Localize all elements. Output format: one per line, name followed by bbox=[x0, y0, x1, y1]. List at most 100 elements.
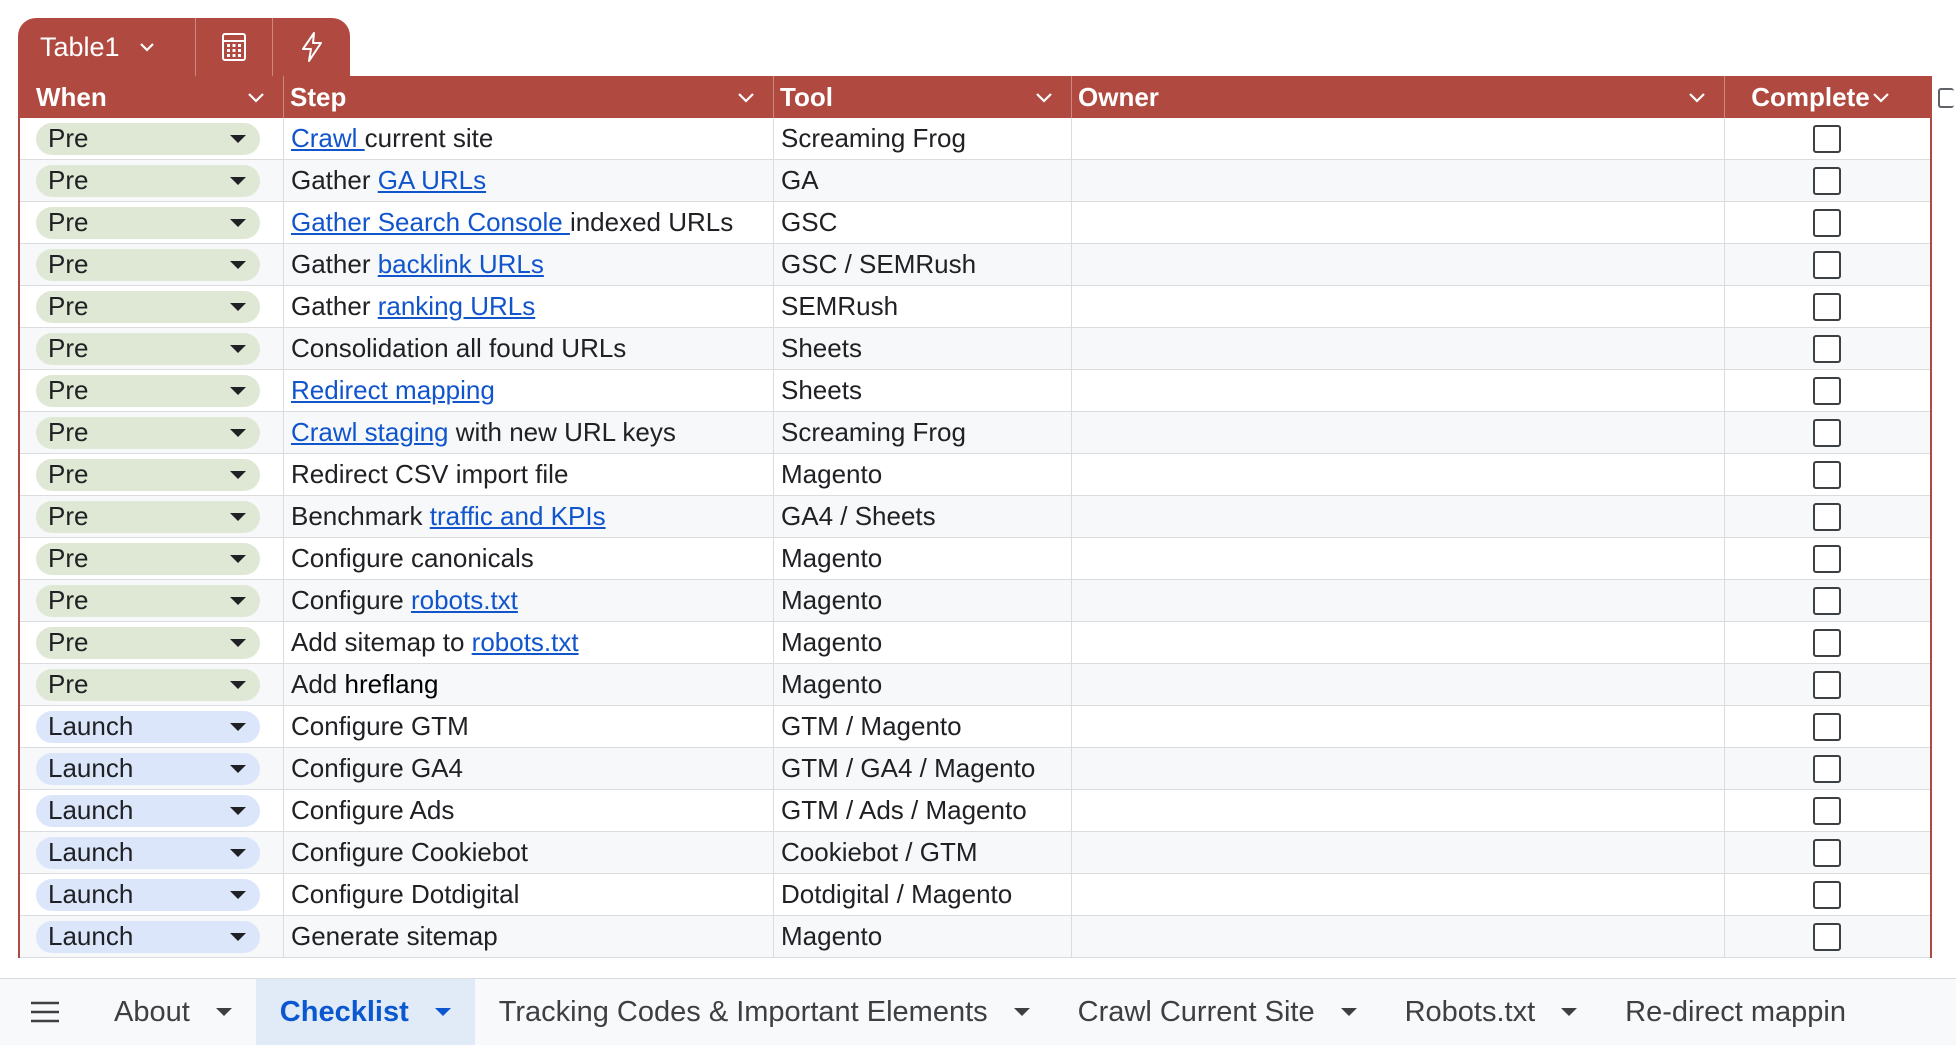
when-dropdown-chip[interactable]: Pre bbox=[36, 290, 260, 323]
column-header-tool[interactable]: Tool bbox=[774, 76, 1072, 118]
cell-tool[interactable]: Magento bbox=[774, 664, 1072, 705]
when-dropdown-chip[interactable]: Pre bbox=[36, 248, 260, 281]
when-dropdown-chip[interactable]: Pre bbox=[36, 500, 260, 533]
cell-owner[interactable] bbox=[1072, 244, 1725, 285]
cell-tool[interactable]: Screaming Frog bbox=[774, 412, 1072, 453]
sheet-tab[interactable]: Checklist bbox=[255, 979, 475, 1045]
cell-step[interactable]: Benchmark traffic and KPIs bbox=[284, 496, 774, 537]
cell-tool[interactable]: SEMRush bbox=[774, 286, 1072, 327]
when-dropdown-chip[interactable]: Launch bbox=[36, 920, 260, 953]
cell-owner[interactable] bbox=[1072, 790, 1725, 831]
when-dropdown-chip[interactable]: Pre bbox=[36, 164, 260, 197]
cell-owner[interactable] bbox=[1072, 664, 1725, 705]
cell-step[interactable]: Redirect mapping bbox=[284, 370, 774, 411]
complete-checkbox[interactable] bbox=[1812, 754, 1841, 783]
table-automation-button[interactable] bbox=[273, 18, 350, 76]
cell-step[interactable]: Configure GA4 bbox=[284, 748, 774, 789]
cell-step[interactable]: Consolidation all found URLs bbox=[284, 328, 774, 369]
cell-owner[interactable] bbox=[1072, 412, 1725, 453]
complete-checkbox[interactable] bbox=[1812, 712, 1841, 741]
step-link[interactable]: robots.txt bbox=[472, 627, 579, 658]
all-sheets-button[interactable] bbox=[0, 979, 90, 1045]
step-link[interactable]: Crawl staging bbox=[291, 417, 449, 448]
complete-checkbox[interactable] bbox=[1812, 166, 1841, 195]
cell-owner[interactable] bbox=[1072, 916, 1725, 957]
cell-owner[interactable] bbox=[1072, 748, 1725, 789]
complete-checkbox[interactable] bbox=[1812, 880, 1841, 909]
cell-owner[interactable] bbox=[1072, 370, 1725, 411]
cell-owner[interactable] bbox=[1072, 202, 1725, 243]
cell-tool[interactable]: Magento bbox=[774, 622, 1072, 663]
complete-checkbox[interactable] bbox=[1812, 124, 1841, 153]
sheet-tab[interactable]: Crawl Current Site bbox=[1054, 979, 1381, 1045]
cell-tool[interactable]: Cookiebot / GTM bbox=[774, 832, 1072, 873]
when-dropdown-chip[interactable]: Launch bbox=[36, 752, 260, 785]
when-dropdown-chip[interactable]: Pre bbox=[36, 458, 260, 491]
when-dropdown-chip[interactable]: Pre bbox=[36, 122, 260, 155]
cell-step[interactable]: Configure canonicals bbox=[284, 538, 774, 579]
complete-checkbox[interactable] bbox=[1812, 502, 1841, 531]
cell-tool[interactable]: Magento bbox=[774, 916, 1072, 957]
complete-checkbox[interactable] bbox=[1812, 922, 1841, 951]
sheet-tab[interactable]: Tracking Codes & Important Elements bbox=[475, 979, 1054, 1045]
cell-step[interactable]: Gather backlink URLs bbox=[284, 244, 774, 285]
cell-step[interactable]: Gather Search Console indexed URLs bbox=[284, 202, 774, 243]
cell-owner[interactable] bbox=[1072, 328, 1725, 369]
sheet-tab[interactable]: Re-direct mappin bbox=[1601, 979, 1870, 1045]
table-calculator-button[interactable] bbox=[196, 18, 274, 76]
complete-checkbox[interactable] bbox=[1812, 208, 1841, 237]
cell-step[interactable]: Configure Dotdigital bbox=[284, 874, 774, 915]
complete-checkbox[interactable] bbox=[1812, 670, 1841, 699]
cell-tool[interactable]: Magento bbox=[774, 454, 1072, 495]
when-dropdown-chip[interactable]: Pre bbox=[36, 332, 260, 365]
when-dropdown-chip[interactable]: Launch bbox=[36, 710, 260, 743]
cell-owner[interactable] bbox=[1072, 538, 1725, 579]
step-link[interactable]: Crawl bbox=[291, 123, 365, 154]
when-dropdown-chip[interactable]: Launch bbox=[36, 836, 260, 869]
cell-tool[interactable]: GTM / GA4 / Magento bbox=[774, 748, 1072, 789]
complete-checkbox[interactable] bbox=[1812, 250, 1841, 279]
cell-owner[interactable] bbox=[1072, 580, 1725, 621]
cell-step[interactable]: Crawl staging with new URL keys bbox=[284, 412, 774, 453]
cell-tool[interactable]: Magento bbox=[774, 538, 1072, 579]
column-header-owner[interactable]: Owner bbox=[1072, 76, 1725, 118]
cell-owner[interactable] bbox=[1072, 706, 1725, 747]
column-header-when[interactable]: When bbox=[20, 76, 284, 118]
cell-tool[interactable]: GTM / Magento bbox=[774, 706, 1072, 747]
cell-step[interactable]: Generate sitemap bbox=[284, 916, 774, 957]
cell-tool[interactable]: GTM / Ads / Magento bbox=[774, 790, 1072, 831]
when-dropdown-chip[interactable]: Pre bbox=[36, 584, 260, 617]
step-link[interactable]: ranking URLs bbox=[378, 291, 536, 322]
cell-tool[interactable]: GSC bbox=[774, 202, 1072, 243]
dropdown-arrow-icon[interactable] bbox=[434, 1008, 451, 1016]
when-dropdown-chip[interactable]: Pre bbox=[36, 542, 260, 575]
step-link[interactable]: Redirect mapping bbox=[291, 375, 495, 406]
sheet-tab[interactable]: Robots.txt bbox=[1381, 979, 1602, 1045]
dropdown-arrow-icon[interactable] bbox=[1561, 1008, 1578, 1016]
step-link[interactable]: GA URLs bbox=[378, 165, 486, 196]
cell-step[interactable]: Configure Ads bbox=[284, 790, 774, 831]
cell-owner[interactable] bbox=[1072, 454, 1725, 495]
complete-checkbox[interactable] bbox=[1812, 586, 1841, 615]
complete-checkbox[interactable] bbox=[1812, 292, 1841, 321]
cell-owner[interactable] bbox=[1072, 622, 1725, 663]
cell-step[interactable]: Crawl current site bbox=[284, 118, 774, 159]
cell-tool[interactable]: Sheets bbox=[774, 328, 1072, 369]
cell-step[interactable]: Add sitemap to robots.txt bbox=[284, 622, 774, 663]
dropdown-arrow-icon[interactable] bbox=[1340, 1008, 1357, 1016]
cell-tool[interactable]: GA4 / Sheets bbox=[774, 496, 1072, 537]
step-link[interactable]: traffic and KPIs bbox=[430, 501, 606, 532]
side-panel-icon[interactable] bbox=[1938, 88, 1954, 108]
cell-step[interactable]: Configure Cookiebot bbox=[284, 832, 774, 873]
cell-step[interactable]: Add hreflang bbox=[284, 664, 774, 705]
cell-step[interactable]: Gather ranking URLs bbox=[284, 286, 774, 327]
complete-checkbox[interactable] bbox=[1812, 544, 1841, 573]
step-link[interactable]: Gather Search Console bbox=[291, 207, 570, 238]
when-dropdown-chip[interactable]: Pre bbox=[36, 668, 260, 701]
cell-owner[interactable] bbox=[1072, 118, 1725, 159]
dropdown-arrow-icon[interactable] bbox=[1013, 1008, 1030, 1016]
cell-step[interactable]: Redirect CSV import file bbox=[284, 454, 774, 495]
sheet-tab[interactable]: About bbox=[90, 979, 256, 1045]
complete-checkbox[interactable] bbox=[1812, 628, 1841, 657]
complete-checkbox[interactable] bbox=[1812, 418, 1841, 447]
